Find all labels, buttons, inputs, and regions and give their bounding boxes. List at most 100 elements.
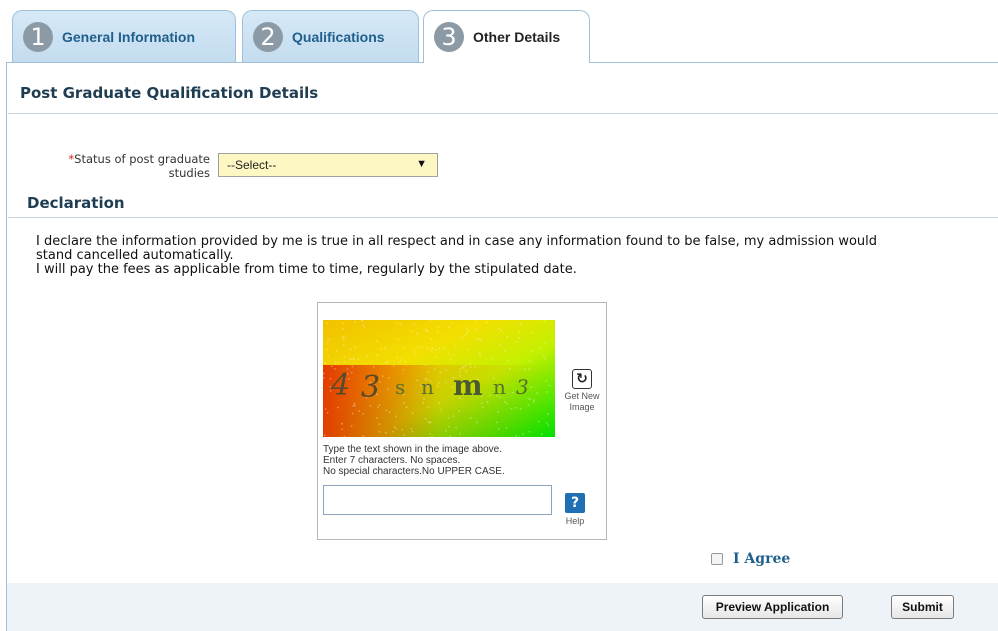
tab-general-information[interactable]: 1 General Information (12, 10, 236, 62)
captcha-noise-dot (343, 435, 346, 437)
captcha-noise-dot (432, 347, 434, 350)
status-select[interactable]: --Select-- ▼ (218, 153, 438, 177)
captcha-noise-dot (438, 347, 441, 349)
captcha-noise-dot (380, 348, 382, 350)
captcha-noise-dot (543, 320, 545, 322)
captcha-box: 4 3 s n m n 3 ↻ Get New Image Type the t… (317, 302, 607, 540)
captcha-noise-dot (438, 402, 440, 404)
captcha-noise-dot (469, 363, 471, 365)
captcha-noise-dot (506, 336, 508, 338)
captcha-noise-dot (411, 430, 414, 433)
captcha-noise-dot (362, 413, 364, 415)
captcha-noise-dot (343, 361, 346, 363)
status-label-line2: studies (168, 166, 210, 180)
captcha-noise-dot (342, 339, 345, 341)
submit-button[interactable]: Submit (891, 595, 954, 619)
captcha-noise-dot (547, 413, 549, 415)
captcha-noise-dot (361, 320, 364, 322)
captcha-noise-dot (403, 434, 405, 436)
status-field-label: *Status of post graduate studies (56, 152, 210, 180)
preview-application-button[interactable]: Preview Application (702, 595, 843, 619)
captcha-noise-dot (455, 345, 457, 347)
captcha-instruction-1: Type the text shown in the image above. (323, 444, 502, 455)
captcha-noise-dot (530, 386, 532, 388)
tab-label: General Information (62, 28, 196, 45)
captcha-noise-dot (430, 349, 433, 351)
captcha-noise-dot (420, 346, 422, 348)
captcha-noise-dot (445, 381, 447, 384)
captcha-noise-dot (498, 327, 501, 330)
tab-other-details[interactable]: 3 Other Details (423, 10, 590, 63)
captcha-noise-dot (439, 371, 441, 374)
captcha-instructions: Type the text shown in the image above. … (323, 444, 505, 477)
captcha-noise-dot (354, 404, 356, 407)
captcha-char: s (395, 375, 405, 399)
captcha-noise-dot (533, 399, 535, 401)
captcha-noise-dot (343, 344, 345, 347)
captcha-noise-dot (342, 336, 344, 339)
captcha-noise-dot (326, 348, 328, 351)
captcha-noise-dot (467, 349, 469, 351)
status-select-value: --Select-- (227, 158, 277, 172)
captcha-noise-dot (425, 328, 427, 331)
captcha-noise-dot (538, 346, 541, 349)
post-graduate-section-title: Post Graduate Qualification Details (20, 84, 319, 102)
captcha-noise-dot (377, 406, 379, 409)
tab-qualifications[interactable]: 2 Qualifications (242, 10, 419, 62)
captcha-noise-dot (476, 421, 478, 424)
captcha-noise-dot (427, 421, 429, 423)
captcha-noise-dot (543, 355, 545, 357)
captcha-noise-dot (505, 427, 508, 429)
captcha-noise-dot (462, 366, 464, 368)
captcha-noise-dot (376, 417, 378, 419)
captcha-noise-dot (515, 340, 518, 343)
captcha-noise-dot (427, 371, 430, 373)
captcha-noise-dot (429, 433, 431, 435)
captcha-image-svg: 4 3 s n m n 3 (323, 320, 555, 437)
captcha-noise-dot (402, 368, 405, 371)
captcha-noise-dot (431, 435, 433, 437)
captcha-noise-dot (413, 323, 415, 326)
help-icon[interactable]: ? (565, 493, 585, 513)
get-new-line2: Image (569, 402, 595, 412)
captcha-noise-dot (429, 421, 432, 423)
declaration-text: I declare the information provided by me… (36, 235, 916, 277)
tab-label: Other Details (473, 29, 561, 45)
captcha-noise-dot (401, 428, 403, 431)
captcha-noise-dot (410, 427, 413, 430)
captcha-noise-dot (342, 322, 344, 324)
captcha-noise-dot (497, 428, 500, 430)
captcha-noise-dot (403, 347, 405, 349)
help-label[interactable]: Help (558, 516, 592, 526)
captcha-noise-dot (435, 356, 437, 358)
captcha-noise-dot (340, 423, 343, 425)
declaration-title: Declaration (27, 194, 125, 212)
captcha-noise-dot (495, 335, 497, 337)
section-divider (8, 113, 998, 114)
captcha-instruction-3: No special characters.No UPPER CASE. (323, 466, 505, 477)
captcha-noise-dot (453, 354, 455, 357)
refresh-icon[interactable]: ↻ (572, 369, 592, 389)
captcha-noise-dot (354, 346, 357, 348)
captcha-noise-dot (533, 400, 535, 403)
captcha-noise-dot (437, 330, 439, 333)
captcha-noise-dot (520, 323, 522, 325)
captcha-noise-dot (403, 402, 405, 404)
agree-label[interactable]: I Agree (733, 551, 790, 567)
captcha-noise-dot (436, 385, 439, 388)
tab-label: Qualifications (292, 28, 385, 45)
captcha-input[interactable] (323, 485, 552, 515)
get-new-image-link[interactable]: Get New Image (558, 391, 606, 413)
agree-checkbox[interactable] (711, 553, 723, 565)
captcha-noise-dot (504, 401, 506, 403)
captcha-noise-dot (325, 408, 327, 410)
captcha-noise-dot (478, 352, 481, 355)
captcha-instruction-2: Enter 7 characters. No spaces. (323, 455, 461, 466)
captcha-noise-dot (331, 365, 333, 367)
captcha-noise-dot (467, 330, 470, 332)
captcha-noise-dot (455, 426, 457, 429)
captcha-noise-dot (545, 380, 548, 382)
captcha-noise-dot (464, 365, 467, 367)
captcha-noise-dot (515, 435, 517, 437)
captcha-noise-dot (459, 432, 461, 435)
